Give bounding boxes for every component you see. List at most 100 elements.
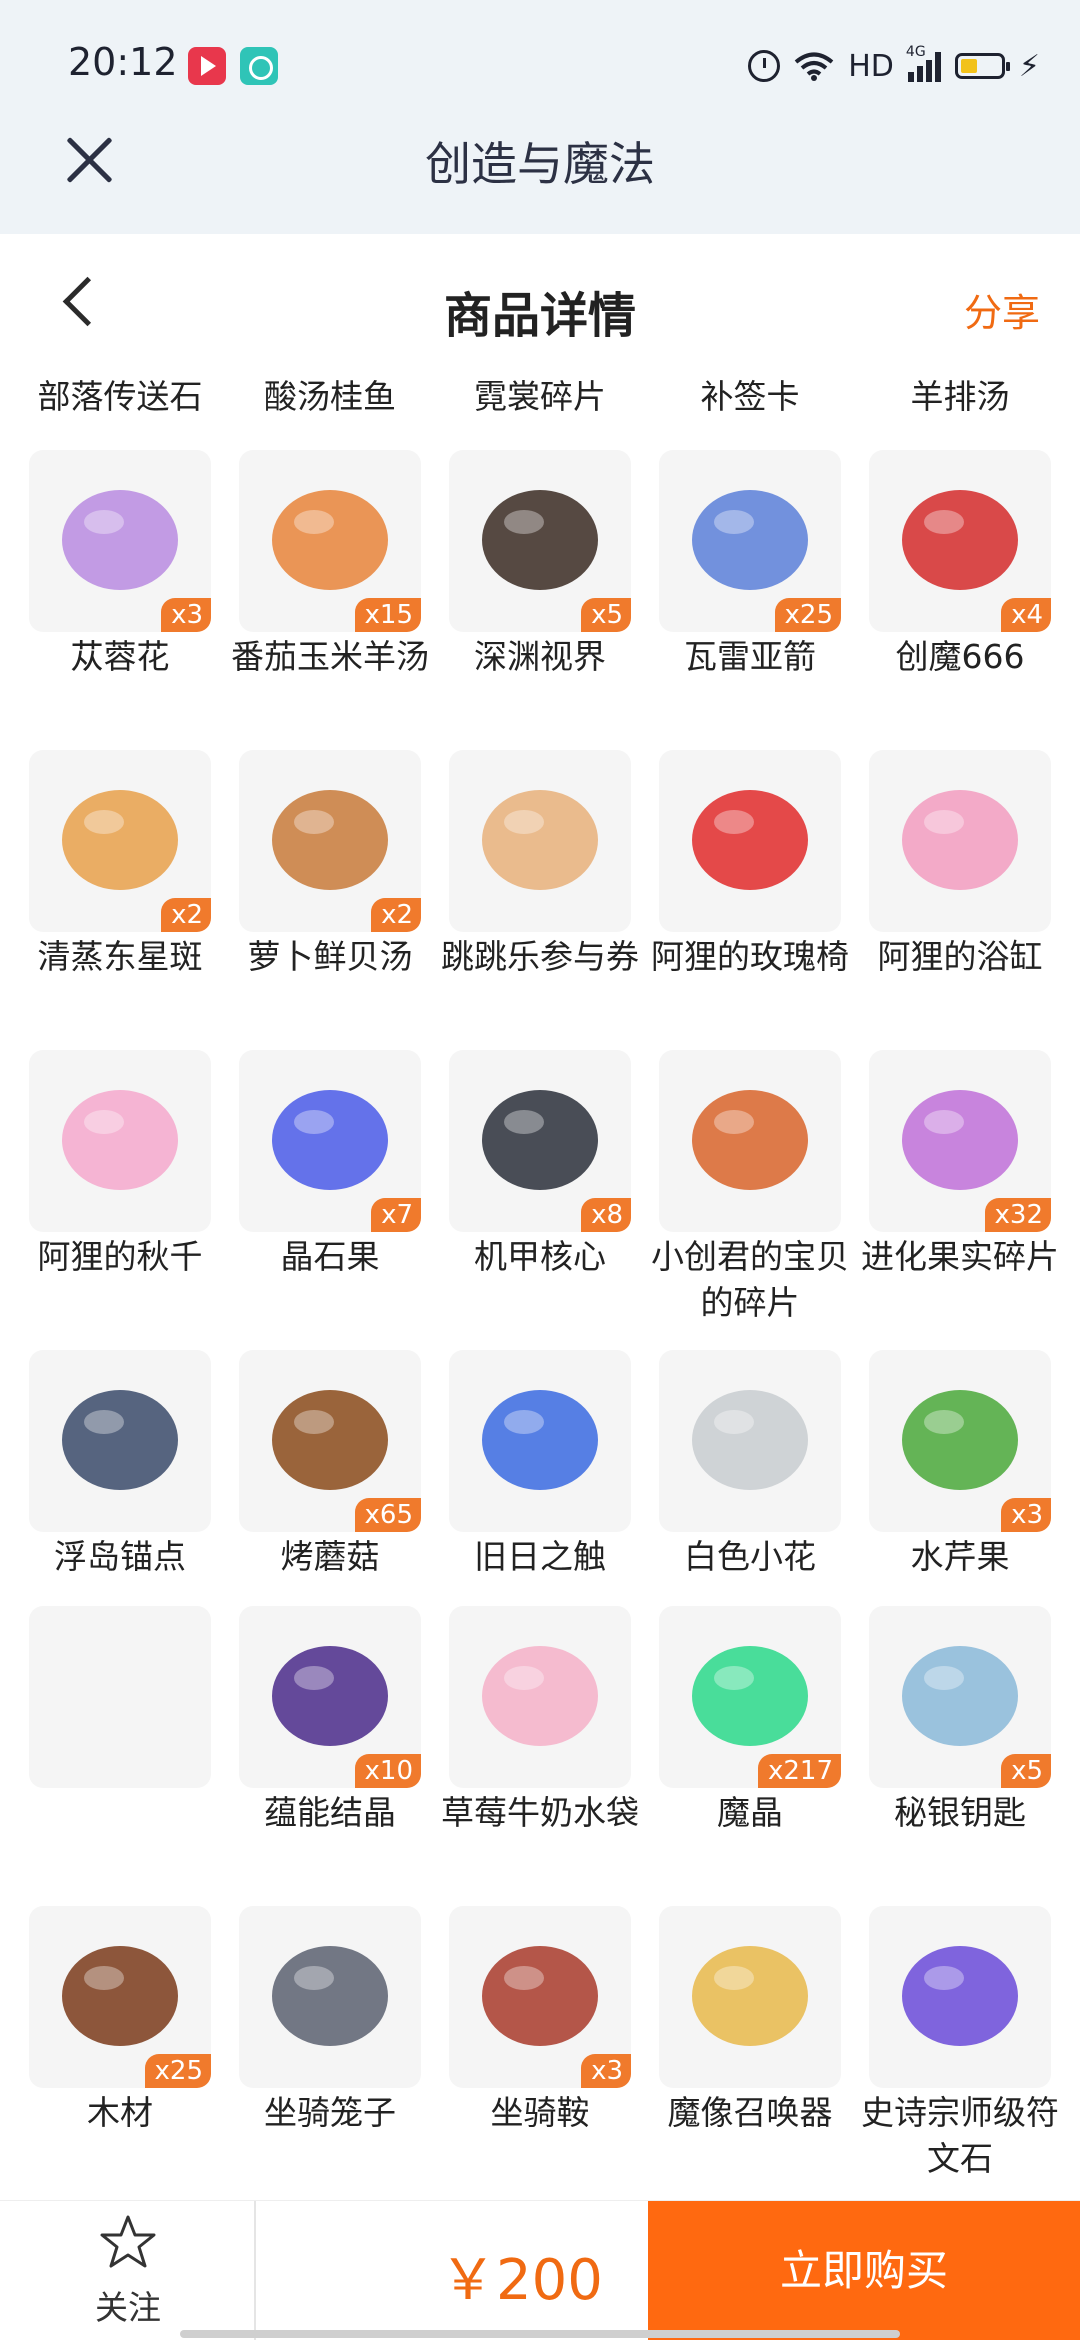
quantity-badge: x25 <box>774 598 841 632</box>
item-thumbnail <box>449 1350 631 1532</box>
follow-button[interactable]: 关注 <box>0 2201 256 2340</box>
page-header: 商品详情 分享 <box>0 234 1080 374</box>
grid-item[interactable]: 小创君的宝贝的碎片 <box>651 1050 849 1326</box>
item-name: 坐骑鞍 <box>490 2093 590 2132</box>
grid-item[interactable]: 阿狸的玫瑰椅 <box>651 750 849 980</box>
item-name: 秘银钥匙 <box>894 1793 1026 1832</box>
item-thumbnail <box>449 750 631 932</box>
item-name: 番茄玉米羊汤 <box>231 637 429 676</box>
rose-chair-icon <box>692 790 808 890</box>
alarm-icon <box>748 50 781 82</box>
grid-item[interactable]: x3 坐骑鞍 <box>449 1906 631 2136</box>
item-name: 创魔666 <box>895 637 1025 676</box>
grid-item[interactable]: x2 清蒸东星斑 <box>29 750 211 980</box>
grid-item[interactable]: x5 深渊视界 <box>449 450 631 680</box>
buy-now-button[interactable]: 立即购买 <box>648 2201 1080 2340</box>
item-thumbnail: x5 <box>869 1606 1051 1788</box>
grid-item[interactable]: x2 萝卜鲜贝汤 <box>239 750 421 980</box>
grid-item-partial[interactable]: 补签卡 <box>659 374 841 420</box>
home-indicator[interactable] <box>180 2330 900 2338</box>
item-name: 晶石果 <box>280 1237 380 1276</box>
item-name: 魔像召唤器 <box>667 2093 833 2132</box>
grid-item-partial[interactable]: 部落传送石 <box>29 374 211 420</box>
item-thumbnail: x25 <box>29 1906 211 2088</box>
item-thumbnail: x3 <box>29 450 211 632</box>
grid-item[interactable]: x10 蕴能结晶 <box>239 1606 421 1836</box>
page-title: 商品详情 <box>443 288 636 344</box>
grid-item[interactable]: x7 晶石果 <box>239 1050 421 1280</box>
grid-item[interactable]: x32 进化果实碎片 <box>861 1050 1059 1280</box>
quantity-badge: x7 <box>371 1198 421 1232</box>
grid-item[interactable]: x3 苁蓉花 <box>29 450 211 680</box>
grid-item[interactable]: x217 魔晶 <box>659 1606 841 1836</box>
item-name: 小创君的宝贝的碎片 <box>651 1237 849 1322</box>
item-thumbnail: x5 <box>449 450 631 632</box>
quantity-badge: x65 <box>354 1498 421 1532</box>
grid-item[interactable]: x25 木材 <box>29 1906 211 2136</box>
item-name: 霓裳碎片 <box>474 377 606 416</box>
item-name: 深渊视界 <box>474 637 606 676</box>
item-thumbnail <box>29 1350 211 1532</box>
grid-item[interactable]: 白色小花 <box>659 1350 841 1580</box>
quantity-badge: x25 <box>144 2054 211 2088</box>
puzzle-piece-icon <box>692 1090 808 1190</box>
quantity-badge: x10 <box>354 1754 421 1788</box>
grid-item[interactable]: x8 机甲核心 <box>449 1050 631 1280</box>
grid-item-partial[interactable]: 霓裳碎片 <box>449 374 631 420</box>
item-name: 木材 <box>87 2093 153 2132</box>
item-thumbnail <box>659 1050 841 1232</box>
item-name: 阿狸的秋千 <box>37 1237 203 1276</box>
item-thumbnail: x65 <box>239 1350 421 1532</box>
grid-item-partial[interactable]: 酸汤桂鱼 <box>239 374 421 420</box>
item-name: 清蒸东星斑 <box>37 937 203 976</box>
quantity-badge: x3 <box>1001 1498 1051 1532</box>
white-flower-icon <box>692 1390 808 1490</box>
anchor-icon <box>62 1390 178 1490</box>
signal-icon: 4G <box>906 44 941 82</box>
app-title: 创造与魔法 <box>425 137 655 191</box>
grid-item[interactable]: 史诗宗师级符文石 <box>861 1906 1059 2182</box>
milk-carton-icon <box>482 1646 598 1746</box>
grid-item[interactable]: 坐骑笼子 <box>239 1906 421 2136</box>
grid-item[interactable]: x15 番茄玉米羊汤 <box>231 450 429 680</box>
grid-item[interactable]: 魔像召唤器 <box>659 1906 841 2136</box>
grid-item[interactable]: 阿狸的秋千 <box>29 1050 211 1280</box>
grid-item-partial[interactable]: 羊排汤 <box>869 374 1051 420</box>
item-thumbnail <box>449 1606 631 1788</box>
grid-item[interactable]: 跳跳乐参与券 <box>441 750 639 980</box>
quantity-badge: x8 <box>581 1198 631 1232</box>
golem-summoner-icon <box>692 1946 808 2046</box>
item-name: 机甲核心 <box>474 1237 606 1276</box>
item-name: 魔晶 <box>717 1793 783 1832</box>
quantity-badge: x2 <box>371 898 421 932</box>
item-thumbnail <box>29 1606 211 1788</box>
item-name: 阿狸的玫瑰椅 <box>651 937 849 976</box>
bathtub-icon <box>902 790 1018 890</box>
grid-item[interactable]: x5 秘银钥匙 <box>869 1606 1051 1836</box>
grid-item[interactable]: x25 瓦雷亚箭 <box>659 450 841 680</box>
quantity-badge: x3 <box>161 598 211 632</box>
item-name: 史诗宗师级符文石 <box>861 2093 1059 2178</box>
follow-label: 关注 <box>95 2288 161 2327</box>
grid-item[interactable] <box>29 1606 211 1790</box>
quantity-badge: x4 <box>1001 598 1051 632</box>
quantity-badge: x5 <box>1001 1754 1051 1788</box>
grid-item[interactable]: 浮岛锚点 <box>29 1350 211 1580</box>
item-name: 苁蓉花 <box>70 637 170 676</box>
item-name: 旧日之触 <box>474 1537 606 1576</box>
grid-item[interactable]: x4 创魔666 <box>869 450 1051 680</box>
grid-item[interactable]: x65 烤蘑菇 <box>239 1350 421 1580</box>
grid-item[interactable]: x3 水芹果 <box>869 1350 1051 1580</box>
app-title-bar: 创造与魔法 <box>0 120 1080 234</box>
video-app-notification-icon <box>188 47 226 85</box>
swing-icon <box>62 1090 178 1190</box>
charging-icon: ⚡ <box>1018 48 1040 84</box>
grid-item[interactable]: 阿狸的浴缸 <box>869 750 1051 980</box>
item-name: 水芹果 <box>910 1537 1010 1576</box>
grid-item[interactable]: 草莓牛奶水袋 <box>441 1606 639 1836</box>
share-button[interactable]: 分享 <box>964 282 1040 337</box>
grid-item[interactable]: 旧日之触 <box>449 1350 631 1580</box>
item-thumbnail <box>29 1050 211 1232</box>
status-bar: 20:12 HD 4G ⚡ <box>0 0 1080 120</box>
item-name: 浮岛锚点 <box>54 1537 186 1576</box>
